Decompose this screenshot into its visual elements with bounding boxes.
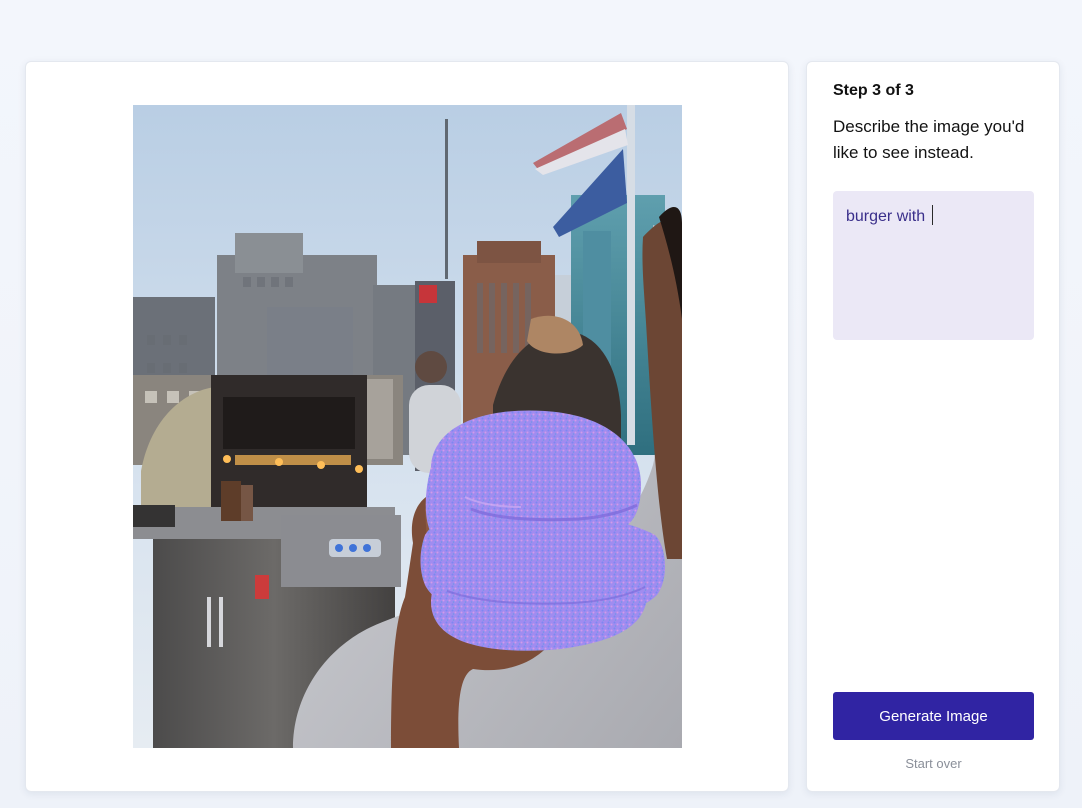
generate-image-button[interactable]: Generate Image	[833, 692, 1034, 740]
step-indicator: Step 3 of 3	[833, 82, 914, 99]
text-caret	[931, 205, 933, 225]
prompt-panel: Step 3 of 3 Describe the image you'd lik…	[806, 61, 1060, 792]
photo-illustration	[133, 105, 682, 748]
app-page: Step 3 of 3 Describe the image you'd lik…	[0, 0, 1082, 808]
prompt-text: burger with	[846, 208, 930, 225]
prompt-instruction: Describe the image you'd like to see ins…	[833, 117, 1025, 162]
prompt-textarea[interactable]: burger with	[833, 191, 1034, 340]
edited-photo	[133, 105, 682, 748]
start-over-link[interactable]: Start over	[833, 756, 1034, 771]
image-preview-card	[25, 61, 789, 792]
